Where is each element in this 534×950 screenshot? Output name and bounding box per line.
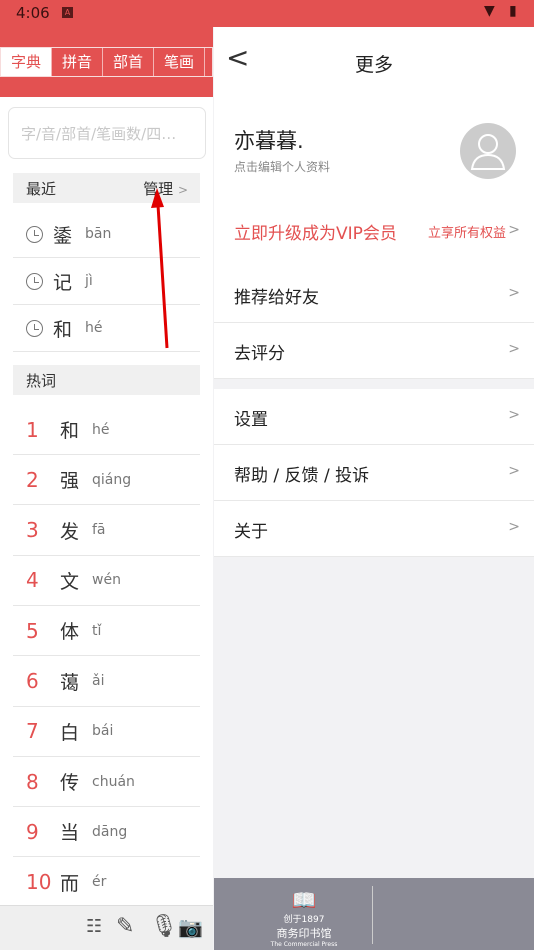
- annotation-arrow: [151, 188, 169, 349]
